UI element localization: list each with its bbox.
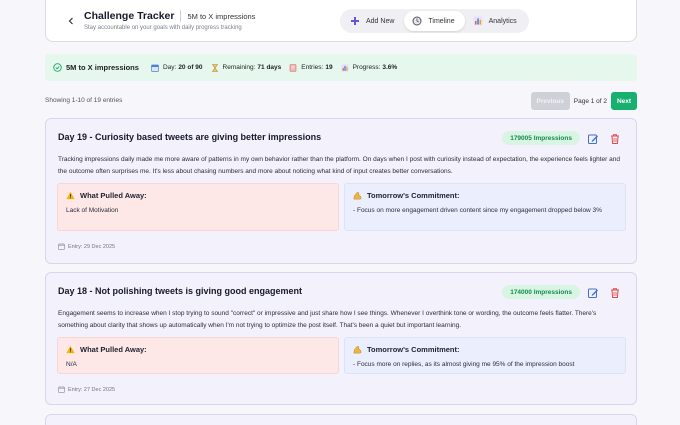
app-header: Challenge Tracker 5M to X impressions St… bbox=[45, 0, 637, 42]
app-title: Challenge Tracker bbox=[84, 10, 175, 22]
entry-title: Day 18 - Not polishing tweets is giving … bbox=[58, 286, 303, 296]
delete-button[interactable] bbox=[609, 132, 621, 144]
pulled-away-label: What Pulled Away: bbox=[80, 191, 147, 200]
stats-bar: 5M to X impressions Day: 20 of 90 Remain… bbox=[45, 54, 637, 81]
entry-date-text: Entry: 27 Dec 2025 bbox=[68, 386, 116, 393]
warning-icon bbox=[66, 191, 75, 200]
title-block: Challenge Tracker 5M to X impressions St… bbox=[84, 10, 255, 31]
check-circle-icon bbox=[53, 63, 62, 72]
stat-progress: Progress: 3.6% bbox=[341, 64, 398, 72]
goal-name: 5M to X impressions bbox=[66, 63, 139, 72]
entry-date-text: Entry: 29 Dec 2025 bbox=[68, 243, 116, 250]
hourglass-icon bbox=[211, 63, 219, 72]
pulled-away-box: What Pulled Away: Lack of Motivation bbox=[57, 183, 339, 231]
notebook-icon bbox=[289, 63, 297, 72]
plus-icon bbox=[350, 16, 360, 26]
app-subtitle: Stay accountable on your goals with dail… bbox=[84, 25, 242, 31]
commitment-text: - Focus on more engagement driven conten… bbox=[353, 207, 602, 214]
trash-icon bbox=[611, 288, 619, 298]
entry-card: Day 18 - Not polishing tweets is giving … bbox=[45, 272, 637, 405]
stat-day-value: 20 of 90 bbox=[178, 64, 203, 71]
pulled-away-label: What Pulled Away: bbox=[80, 345, 147, 354]
pulled-away-text: Lack of Motivation bbox=[66, 207, 119, 214]
page-indicator: Page 1 of 2 bbox=[573, 97, 607, 105]
chevron-left-icon bbox=[68, 17, 73, 24]
flexed-arm-icon bbox=[353, 345, 362, 354]
bar-chart-icon bbox=[473, 16, 483, 26]
edit-button[interactable] bbox=[587, 132, 599, 144]
entry-card bbox=[45, 414, 637, 425]
nav-tabs: Add New Timeline Analytics bbox=[340, 9, 529, 33]
commitment-text: - Focus more on replies, as its almost g… bbox=[353, 361, 575, 368]
stat-remaining-value: 71 days bbox=[257, 64, 282, 71]
entry-title: Day 19 - Curiosity based tweets are givi… bbox=[58, 132, 322, 142]
back-button[interactable] bbox=[58, 8, 84, 34]
challenge-name: 5M to X impressions bbox=[187, 11, 256, 21]
commitment-label: Tomorrow's Commitment: bbox=[367, 345, 460, 354]
chart-icon bbox=[341, 64, 349, 72]
impressions-badge: 179005 Impressions bbox=[502, 131, 580, 145]
stat-day-label: Day: bbox=[162, 64, 177, 71]
calendar-icon bbox=[58, 386, 65, 393]
previous-button[interactable]: Previous bbox=[530, 92, 570, 110]
edit-button[interactable] bbox=[587, 286, 599, 298]
entry-body: Engagement seems to increase when I stop… bbox=[58, 310, 597, 329]
stat-entries-value: 19 bbox=[325, 64, 333, 71]
flexed-arm-icon bbox=[353, 191, 362, 200]
stat-progress-value: 3.6% bbox=[382, 64, 398, 71]
entry-body: Tracking impressions daily made me more … bbox=[58, 156, 620, 175]
trash-icon bbox=[611, 134, 619, 144]
tab-analytics-label: Analytics bbox=[488, 17, 517, 25]
commitment-box: Tomorrow's Commitment: - Focus on more e… bbox=[344, 183, 626, 231]
tab-add-new-label: Add New bbox=[366, 17, 395, 25]
commitment-box: Tomorrow's Commitment: - Focus more on r… bbox=[344, 337, 626, 374]
tab-add-new[interactable]: Add New bbox=[342, 11, 404, 31]
warning-icon bbox=[66, 345, 75, 354]
pulled-away-text: N/A bbox=[66, 361, 77, 368]
entry-card: Day 19 - Curiosity based tweets are givi… bbox=[45, 118, 637, 264]
stat-remaining: Remaining: 71 days bbox=[211, 63, 282, 72]
stat-entries-label: Entries: bbox=[301, 64, 324, 71]
stat-progress-label: Progress: bbox=[352, 64, 381, 71]
edit-icon bbox=[588, 288, 598, 298]
tab-timeline-label: Timeline bbox=[428, 17, 455, 25]
tab-timeline[interactable]: Timeline bbox=[404, 11, 465, 31]
showing-count: Showing 1-10 of 19 entries bbox=[45, 97, 123, 104]
pulled-away-box: What Pulled Away: N/A bbox=[57, 337, 339, 374]
calendar-icon bbox=[58, 243, 65, 250]
commitment-label: Tomorrow's Commitment: bbox=[367, 191, 460, 200]
impressions-badge: 174000 Impressions bbox=[502, 285, 580, 299]
tab-analytics[interactable]: Analytics bbox=[465, 11, 527, 31]
edit-icon bbox=[588, 134, 598, 144]
title-divider bbox=[180, 10, 182, 22]
stat-remaining-label: Remaining: bbox=[222, 64, 256, 71]
next-button[interactable]: Next bbox=[611, 92, 637, 110]
stat-day: Day: 20 of 90 bbox=[151, 64, 203, 72]
entry-date: Entry: 29 Dec 2025 bbox=[58, 243, 115, 250]
entry-date: Entry: 27 Dec 2025 bbox=[58, 386, 115, 393]
pagination: Previous Page 1 of 2 Next bbox=[530, 92, 637, 110]
calendar-icon bbox=[151, 64, 159, 72]
delete-button[interactable] bbox=[609, 286, 621, 298]
stat-entries: Entries: 19 bbox=[289, 63, 333, 72]
clock-icon bbox=[412, 16, 422, 26]
